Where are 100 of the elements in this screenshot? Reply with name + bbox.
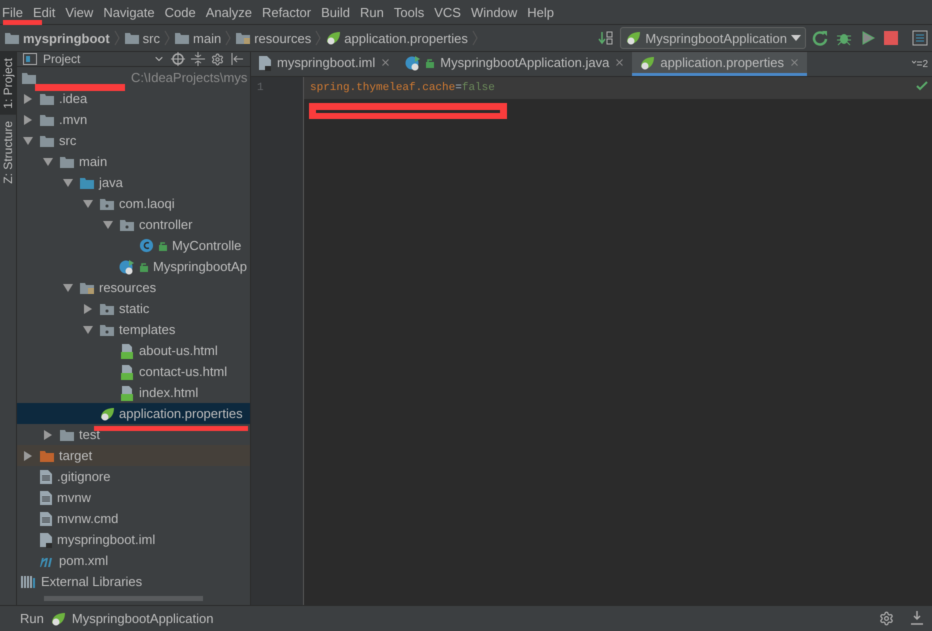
tab-count[interactable]: 2 (912, 52, 932, 76)
menu-item[interactable]: Navigate (103, 4, 160, 20)
breadcrumb[interactable]: resources (235, 30, 312, 46)
selected-tree-row[interactable]: application.properties (17, 403, 250, 424)
folder-icon (4, 31, 20, 45)
target-icon[interactable] (171, 52, 185, 66)
chevron-icon (164, 30, 170, 46)
tree-item-label[interactable]: target (59, 448, 92, 464)
breadcrumb[interactable]: application.properties (325, 30, 468, 46)
panel-title[interactable]: Project (43, 52, 147, 66)
side-tab[interactable]: Z: Structure (0, 114, 16, 190)
settings-icon[interactable] (879, 611, 894, 626)
breadcrumb[interactable]: src (124, 30, 160, 46)
libraries-icon (21, 574, 37, 589)
tree-item-label[interactable]: controller (139, 217, 192, 232)
spring-leaf-icon (625, 30, 642, 46)
tree-item-label[interactable]: main (79, 154, 108, 170)
module-file-icon (39, 532, 53, 548)
coverage-icon[interactable] (860, 30, 876, 46)
tree-item-label[interactable]: MyspringbootAp (153, 259, 247, 274)
chevron-icon (472, 30, 478, 46)
folder-icon (21, 70, 37, 85)
editor-tab[interactable]: application.properties (632, 52, 807, 76)
check-icon (916, 81, 928, 91)
spring-leaf-icon (99, 406, 115, 422)
menu-item[interactable]: Edit (32, 4, 60, 20)
run-config-label[interactable]: MyspringbootApplication (72, 611, 214, 626)
breadcrumb[interactable]: myspringboot (4, 30, 110, 46)
resources-folder-icon (79, 280, 95, 295)
spring-leaf-icon (50, 610, 66, 626)
close-icon[interactable] (788, 57, 800, 68)
menu-item[interactable]: Run (360, 4, 389, 20)
tree-item-label[interactable]: resources (99, 280, 156, 296)
folder-icon (39, 112, 55, 127)
menu-item[interactable]: Window (470, 4, 522, 20)
tree-item-label[interactable]: mvnw.cmd (57, 511, 118, 526)
menu-item[interactable]: Tools (394, 4, 430, 20)
close-icon[interactable] (380, 57, 392, 68)
tree-item-label[interactable]: myspringboot.iml (57, 532, 156, 548)
tree-item-label[interactable]: java (99, 175, 123, 190)
chevron-icon (114, 30, 120, 46)
menu-item[interactable]: VCS (434, 4, 466, 20)
tree-item-label[interactable]: .mvn (59, 112, 88, 128)
download-icon[interactable] (910, 610, 924, 626)
collapse-all-icon[interactable] (191, 52, 205, 66)
module-file-icon (258, 54, 272, 70)
menu-item[interactable]: Code (164, 4, 201, 20)
spring-class-icon (119, 258, 135, 275)
project-structure-icon[interactable] (912, 30, 928, 46)
close-icon[interactable] (614, 57, 626, 68)
tree-item-label[interactable]: .gitignore (57, 469, 110, 484)
menu-item[interactable]: Help (527, 4, 559, 20)
tree-item-label[interactable]: MyControlle (172, 238, 242, 254)
tree-item-label[interactable]: com.laoqi (119, 196, 175, 212)
menu-item[interactable]: Analyze (206, 4, 257, 20)
redaction-mark (3, 20, 42, 25)
folder-icon (59, 428, 75, 442)
hide-panel-icon[interactable] (230, 52, 244, 66)
rerun-icon[interactable] (812, 30, 828, 46)
tree-item-label[interactable]: contact-us.html (139, 364, 228, 380)
settings-icon[interactable] (211, 52, 224, 66)
tree-item-label[interactable]: pom.xml (59, 553, 108, 568)
spring-leaf-icon (639, 54, 656, 70)
menu-item[interactable]: View (65, 4, 98, 20)
sort-icon[interactable] (598, 30, 614, 46)
folder-icon (39, 448, 55, 463)
package-icon (99, 196, 115, 211)
lock-icon (158, 240, 168, 251)
run-label[interactable]: Run (20, 611, 44, 626)
lock-icon (139, 262, 149, 272)
resources-folder-icon (235, 31, 252, 45)
menu-item[interactable]: Refactor (262, 4, 316, 20)
horizontal-scrollbar[interactable] (44, 596, 203, 601)
package-icon (99, 322, 115, 337)
menu-item[interactable]: Build (321, 4, 356, 20)
tab-list-icon (912, 60, 922, 68)
chevron-icon (315, 30, 322, 46)
run-configuration-dropdown[interactable]: MyspringbootApplication (620, 27, 806, 49)
dropdown-caret-icon (791, 35, 801, 41)
tree-item-label[interactable]: src (59, 133, 76, 148)
menu-item[interactable]: File (2, 4, 28, 20)
tree-item-label[interactable]: test (79, 427, 100, 442)
lock-icon (425, 58, 436, 68)
html-file-icon (119, 342, 135, 359)
tree-item-label[interactable]: mvnw (57, 490, 91, 506)
text-file-icon (39, 490, 53, 506)
tree-item-label[interactable]: application.properties (119, 406, 243, 422)
folder-icon (124, 31, 140, 45)
tree-item-label[interactable]: index.html (139, 385, 198, 400)
side-tab[interactable]: 1: Project (0, 52, 16, 115)
folder-icon (39, 134, 55, 148)
project-path: C:\IdeaProjects\mys (131, 70, 248, 86)
breadcrumb[interactable]: main (174, 30, 222, 46)
tree-item-label[interactable]: about-us.html (139, 343, 218, 358)
tree-item-label[interactable]: .idea (59, 91, 88, 106)
tree-item-label[interactable]: templates (119, 322, 176, 338)
text-file-icon (39, 510, 53, 527)
tree-item-label[interactable]: External Libraries (41, 574, 142, 590)
tree-item-label[interactable]: static (119, 301, 150, 316)
chevron-icon (225, 30, 232, 46)
